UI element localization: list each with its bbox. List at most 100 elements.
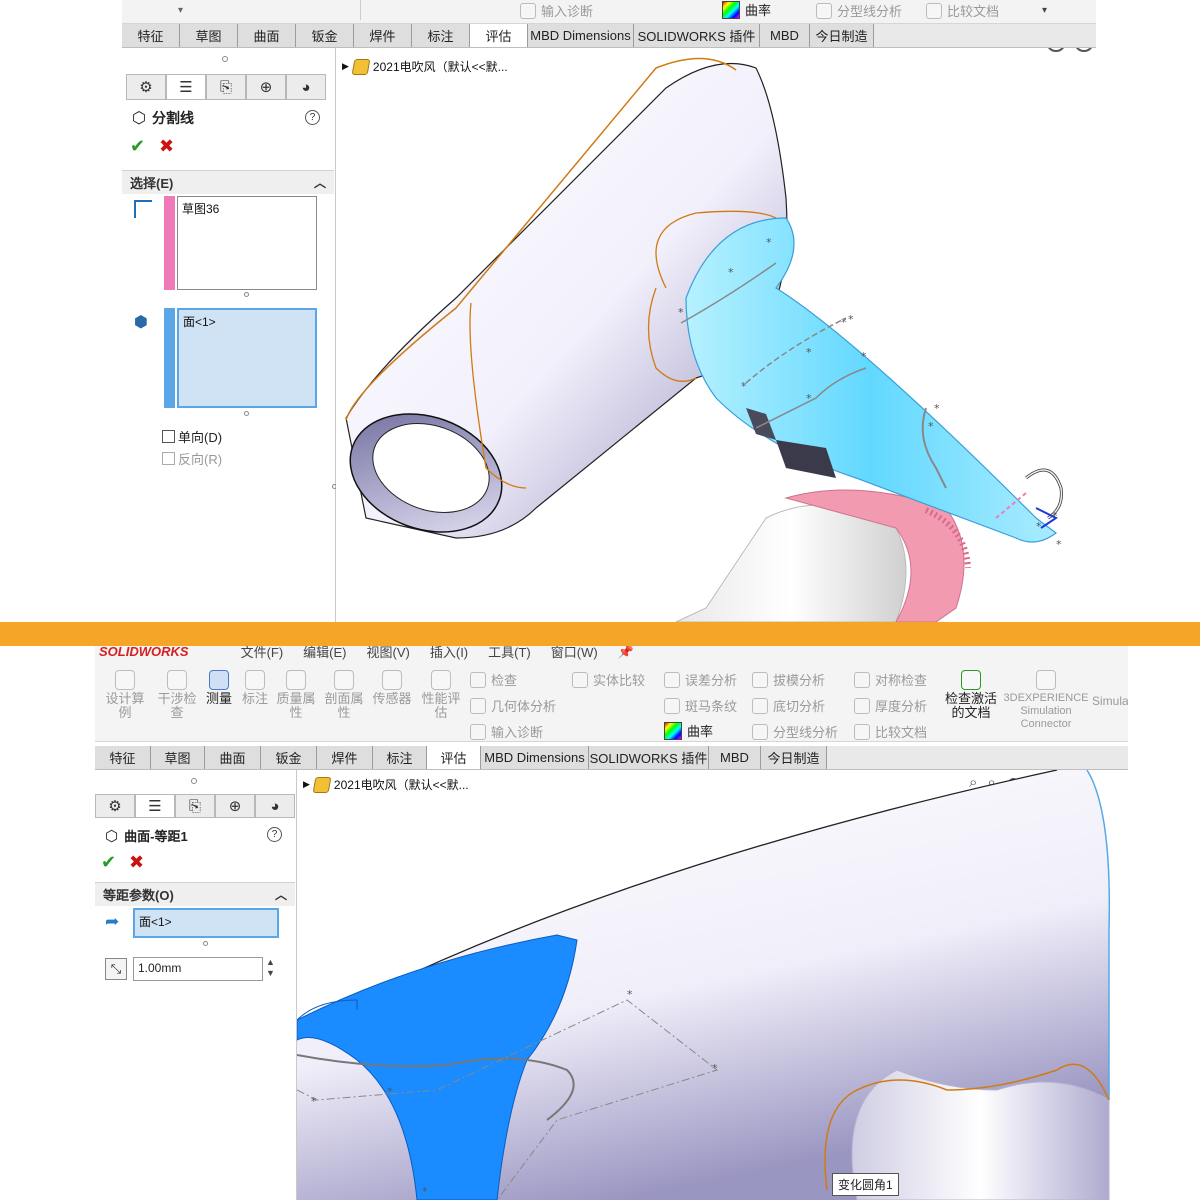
geometry-analysis-button[interactable]: 几何体分析 bbox=[470, 696, 556, 715]
mass-properties-button[interactable]: 质量属性 bbox=[274, 670, 318, 720]
dimxpert-icon[interactable]: ⊕ bbox=[246, 74, 286, 100]
deviation-analysis-button[interactable]: 误差分析 bbox=[664, 670, 737, 689]
measure-button[interactable]: 测量 bbox=[202, 670, 236, 706]
property-manager-icon[interactable]: ☰ bbox=[166, 74, 206, 100]
parting-line-analysis-button[interactable]: 分型线分析 bbox=[752, 722, 838, 741]
sensor-button[interactable]: 传感器 bbox=[370, 670, 414, 706]
box-resize-grip[interactable] bbox=[203, 941, 208, 946]
face-selection-box[interactable]: 面<1> bbox=[133, 908, 279, 938]
tab-9[interactable]: MBD bbox=[709, 746, 761, 769]
box-resize-grip[interactable] bbox=[244, 292, 249, 297]
markup-button[interactable]: 标注 bbox=[238, 670, 272, 706]
offset-distance-input[interactable]: 1.00mm bbox=[133, 957, 263, 981]
curvature-button[interactable]: 曲率 bbox=[664, 721, 713, 740]
input-diagnosis-button[interactable]: 输入诊断 bbox=[470, 722, 543, 741]
pane-grip[interactable] bbox=[222, 56, 228, 62]
display-manager-icon[interactable]: ◕ bbox=[286, 74, 326, 100]
compare-documents-button[interactable]: 比较文档 bbox=[854, 722, 927, 741]
ok-button[interactable]: ✔ bbox=[101, 852, 116, 873]
tab-10[interactable]: 今日制造 bbox=[810, 24, 874, 47]
sketch-selection-box[interactable]: 草图36 bbox=[177, 196, 317, 290]
menu-insert[interactable]: 插入(I) bbox=[430, 646, 468, 660]
tab-4[interactable]: 焊件 bbox=[317, 746, 373, 769]
box-resize-grip[interactable] bbox=[244, 411, 249, 416]
undercut-analysis-button[interactable]: 底切分析 bbox=[752, 696, 825, 715]
interference-check-button[interactable]: 干涉检查 bbox=[155, 670, 199, 720]
tab-9[interactable]: MBD bbox=[760, 24, 810, 47]
configuration-manager-icon[interactable]: ⎘ bbox=[206, 74, 246, 100]
input-diagnosis-button[interactable]: 输入诊断 bbox=[520, 1, 593, 20]
tab-4[interactable]: 焊件 bbox=[354, 24, 412, 47]
face-selection-box[interactable]: 面<1> bbox=[177, 308, 317, 408]
tab-3[interactable]: 钣金 bbox=[261, 746, 317, 769]
collapse-icon[interactable]: ︿ bbox=[275, 886, 287, 903]
collapse-icon[interactable]: ︿ bbox=[314, 174, 326, 191]
menu-edit[interactable]: 编辑(E) bbox=[303, 646, 346, 660]
thickness-analysis-button[interactable]: 厚度分析 bbox=[854, 696, 927, 715]
symmetry-check-button[interactable]: 对称检查 bbox=[854, 670, 927, 689]
svg-text:*: * bbox=[766, 236, 772, 249]
offset-params-group-header[interactable]: 等距参数(O) ︿ bbox=[95, 882, 295, 906]
ribbon-more-icon[interactable]: ▾ bbox=[1042, 5, 1047, 16]
feature-manager-icon[interactable]: ⚙ bbox=[126, 74, 166, 100]
tab-10[interactable]: 今日制造 bbox=[761, 746, 827, 769]
tab-8[interactable]: SOLIDWORKS 插件 bbox=[589, 746, 709, 769]
configuration-manager-icon[interactable]: ⎘ bbox=[175, 794, 215, 818]
menu-file[interactable]: 文件(F) bbox=[241, 646, 284, 660]
draft-analysis-button[interactable]: 拔模分析 bbox=[752, 670, 825, 689]
svg-text:*: * bbox=[311, 1095, 317, 1108]
svg-text:*: * bbox=[728, 266, 734, 279]
distance-spinner[interactable]: ▲ ▼ bbox=[266, 957, 275, 979]
check-active-document-button[interactable]: 检查激活的文档 bbox=[942, 670, 1000, 720]
dimxpert-icon[interactable]: ⊕ bbox=[215, 794, 255, 818]
cancel-button[interactable]: ✖ bbox=[129, 852, 144, 873]
graphics-viewport[interactable]: ▶ 2021电吹风（默认<<默... ⌕ ⌕ ↶ ▤ ✎ ⬚ bbox=[297, 770, 1128, 1200]
parting-line-analysis-button[interactable]: 分型线分析 bbox=[816, 1, 902, 20]
feature-manager-icon[interactable]: ⚙ bbox=[95, 794, 135, 818]
property-manager-icon[interactable]: ☰ bbox=[135, 794, 175, 818]
selection-group-header[interactable]: 选择(E) ︿ bbox=[122, 170, 334, 194]
tab-0[interactable]: 特征 bbox=[95, 746, 151, 769]
reverse-direction-checkbox[interactable]: 反向(R) bbox=[162, 449, 222, 468]
svg-text:*: * bbox=[712, 1062, 718, 1075]
tab-7[interactable]: MBD Dimensions bbox=[528, 24, 634, 47]
cancel-button[interactable]: ✖ bbox=[159, 136, 174, 157]
section-properties-button[interactable]: 剖面属性 bbox=[322, 670, 366, 720]
tab-2[interactable]: 曲面 bbox=[238, 24, 296, 47]
tab-3[interactable]: 钣金 bbox=[296, 24, 354, 47]
performance-eval-button[interactable]: 性能评估 bbox=[418, 670, 464, 720]
tab-8[interactable]: SOLIDWORKS 插件 bbox=[634, 24, 760, 47]
tab-0[interactable]: 特征 bbox=[122, 24, 180, 47]
graphics-viewport[interactable]: ▶ 2021电吹风（默认<<默... * * * * * * * * * * *… bbox=[336, 48, 1096, 622]
menu-window[interactable]: 窗口(W) bbox=[551, 646, 598, 660]
tab-1[interactable]: 草图 bbox=[180, 24, 238, 47]
design-study-button[interactable]: 设计算例 bbox=[103, 670, 147, 720]
tab-1[interactable]: 草图 bbox=[151, 746, 205, 769]
display-manager-icon[interactable]: ◕ bbox=[255, 794, 295, 818]
tab-7[interactable]: MBD Dimensions bbox=[481, 746, 589, 769]
zebra-stripes-button[interactable]: 斑马条纹 bbox=[664, 696, 737, 715]
single-direction-checkbox[interactable]: 单向(D) bbox=[162, 427, 222, 446]
tab-5[interactable]: 标注 bbox=[412, 24, 470, 47]
tab-5[interactable]: 标注 bbox=[373, 746, 427, 769]
menu-view[interactable]: 视图(V) bbox=[367, 646, 410, 660]
menu-tools[interactable]: 工具(T) bbox=[488, 646, 531, 660]
tab-2[interactable]: 曲面 bbox=[205, 746, 261, 769]
compare-documents-button[interactable]: 比较文档 bbox=[926, 1, 999, 20]
curvature-button[interactable]: 曲率 bbox=[722, 0, 771, 19]
help-icon[interactable]: ? bbox=[305, 110, 320, 125]
simulation-analysis-button[interactable]: Simulat 分析 bbox=[1092, 692, 1128, 709]
ok-button[interactable]: ✔ bbox=[130, 136, 145, 157]
solid-compare-button[interactable]: 实体比较 bbox=[572, 670, 645, 689]
bottom-screenshot: SOLIDWORKS 文件(F) 编辑(E) 视图(V) 插入(I) 工具(T)… bbox=[0, 646, 1200, 1200]
pin-icon[interactable]: 📌 bbox=[618, 646, 634, 660]
svg-text:*: * bbox=[841, 316, 847, 329]
reverse-offset-icon[interactable]: ⤡ bbox=[105, 958, 127, 980]
tab-6[interactable]: 评估 bbox=[427, 746, 481, 769]
3dexperience-connector-button[interactable]: 3DEXPERIENCE Simulation Connector bbox=[1004, 670, 1089, 731]
ribbon-expand-icon[interactable]: ▾ bbox=[178, 5, 183, 16]
tab-6[interactable]: 评估 bbox=[470, 24, 528, 47]
help-icon[interactable]: ? bbox=[267, 827, 282, 842]
check-button[interactable]: 检查 bbox=[470, 670, 517, 689]
pane-grip[interactable] bbox=[191, 778, 197, 784]
